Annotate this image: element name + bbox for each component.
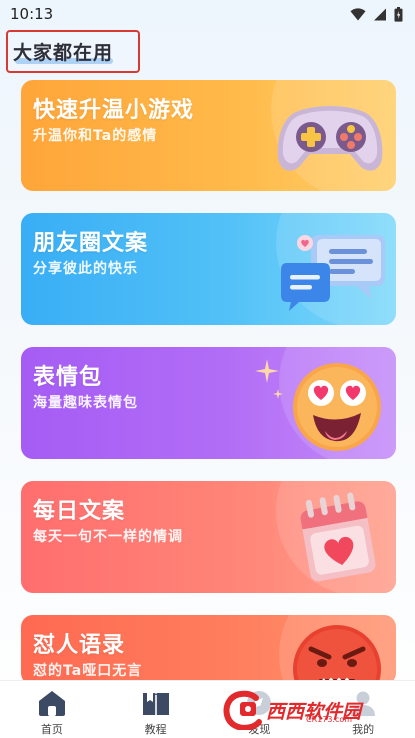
profile-icon [348, 689, 378, 717]
card-comeback-quotes[interactable]: 怼人语录 怼的Ta哑口无言 [21, 615, 396, 685]
calendar-heart-icon [297, 491, 383, 591]
nav-item-tutorial[interactable]: 教程 [104, 681, 208, 738]
chat-bubbles-icon [279, 225, 389, 321]
nav-item-profile[interactable]: 我的 [311, 681, 415, 738]
card-title: 每日文案 [33, 499, 126, 524]
card-subtitle: 分享彼此的快乐 [33, 261, 138, 277]
bottom-nav: 首页 教程 发现 我的 [0, 680, 415, 738]
card-title: 朋友圈文案 [33, 231, 149, 256]
wifi-icon [350, 7, 366, 21]
discover-icon [244, 689, 274, 717]
card-subtitle: 怼的Ta哑口无言 [33, 663, 143, 679]
status-icons [350, 6, 403, 22]
home-icon [37, 689, 67, 717]
nav-label: 发现 [248, 723, 271, 736]
status-bar: 10:13 [0, 0, 415, 28]
nav-item-home[interactable]: 首页 [0, 681, 104, 738]
card-title: 表情包 [33, 365, 103, 390]
status-time: 10:13 [10, 5, 54, 23]
card-moments-copy[interactable]: 朋友圈文案 分享彼此的快乐 [21, 213, 396, 325]
card-subtitle: 升温你和Ta的感情 [33, 128, 158, 144]
card-title: 快速升温小游戏 [33, 98, 195, 123]
card-title: 怼人语录 [33, 633, 126, 658]
signal-icon [373, 8, 387, 21]
gamepad-icon [274, 100, 386, 182]
card-subtitle: 海量趣味表情包 [33, 395, 138, 411]
nav-label: 我的 [352, 723, 375, 736]
card-stickers[interactable]: 表情包 海量趣味表情包 [21, 347, 396, 459]
section-header: 大家都在用 [6, 30, 140, 73]
emoji-face-icon [255, 353, 385, 459]
nav-item-discover[interactable]: 发现 [208, 681, 312, 738]
book-icon [141, 689, 171, 717]
section-title: 大家都在用 [13, 38, 114, 65]
nav-label: 首页 [40, 723, 63, 736]
angry-face-icon [289, 623, 389, 685]
battery-icon [394, 6, 403, 22]
nav-label: 教程 [144, 723, 167, 736]
card-quick-warmup-games[interactable]: 快速升温小游戏 升温你和Ta的感情 [21, 80, 396, 191]
card-subtitle: 每天一句不一样的情调 [33, 529, 183, 545]
card-daily-copy[interactable]: 每日文案 每天一句不一样的情调 [21, 481, 396, 593]
